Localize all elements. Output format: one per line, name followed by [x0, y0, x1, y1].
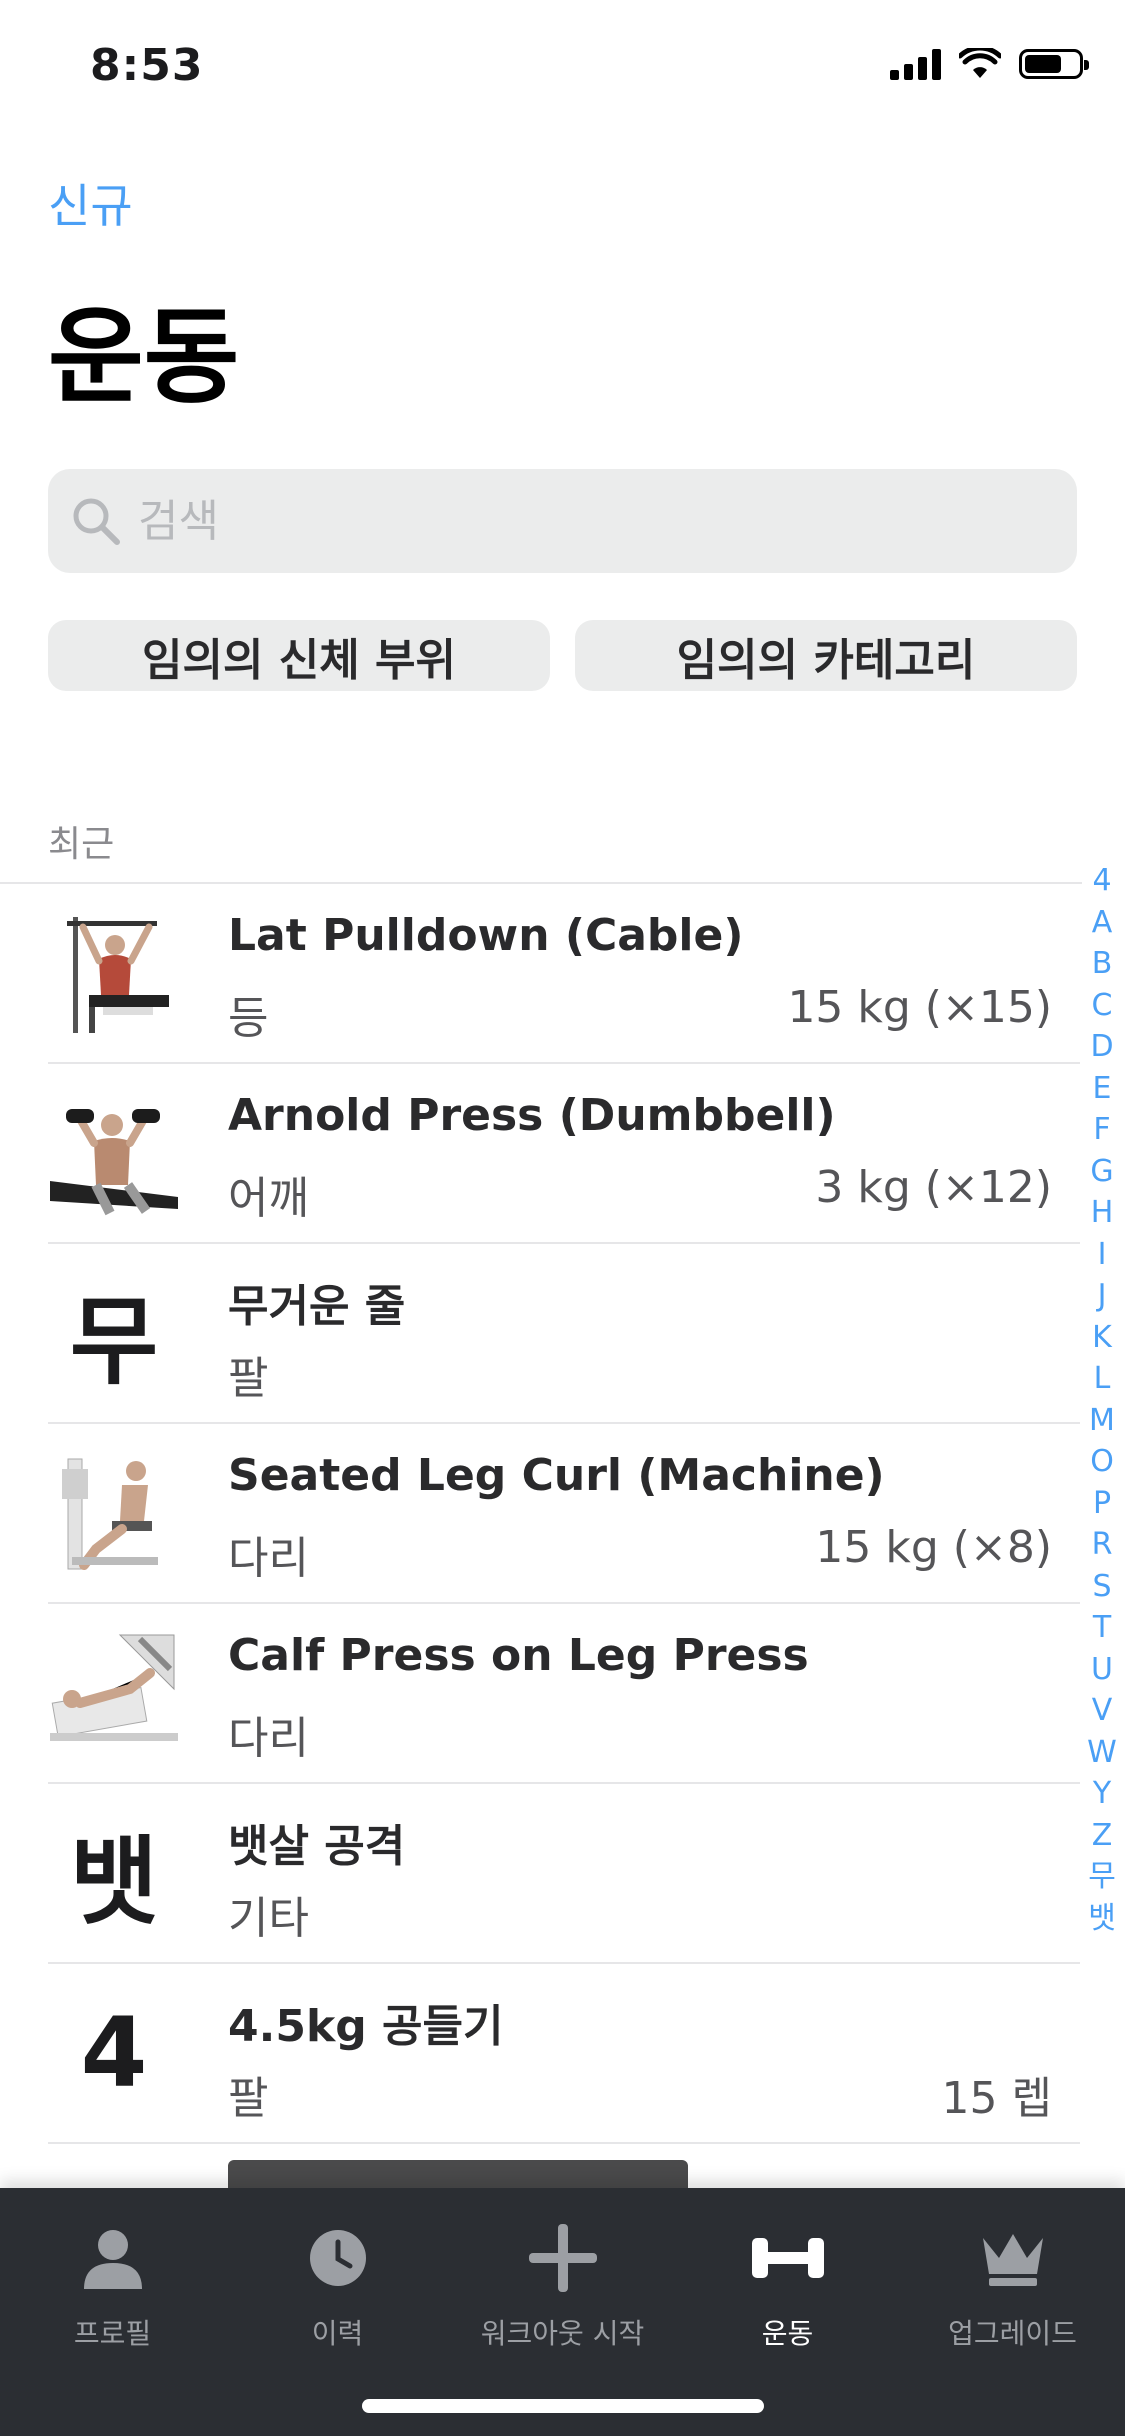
section-header-recent: 최근 [48, 824, 115, 865]
exercise-row[interactable]: Lat Pulldown (Cable) 등 15 kg (×15) [48, 884, 1080, 1064]
index-letter[interactable]: Y [1093, 1773, 1111, 1815]
leg-curl-illustration [48, 1446, 180, 1580]
exercise-last-set: 15 렙 [941, 2073, 1052, 2124]
dumbbell-icon [750, 2212, 826, 2304]
index-letter[interactable]: Z [1092, 1815, 1113, 1857]
exercise-initial: 뱃 [69, 1825, 159, 1938]
index-letter[interactable]: W [1087, 1732, 1117, 1774]
exercise-last-set: 15 kg (×15) [787, 982, 1052, 1033]
exercise-row-partial[interactable] [0, 2144, 1125, 2194]
exercise-name: Lat Pulldown (Cable) [228, 910, 744, 961]
tab-label: 프로필 [73, 2317, 152, 2350]
new-exercise-button[interactable]: 신규 [48, 170, 133, 236]
exercise-category: 기타 [228, 1893, 309, 1944]
index-letter[interactable]: G [1090, 1151, 1113, 1193]
tab-label: 운동 [761, 2317, 814, 2350]
crown-icon [979, 2212, 1047, 2304]
tab-profile[interactable]: 프로필 [0, 2212, 225, 2352]
exercise-row[interactable]: 4 4.5kg 공들기 팔 15 렙 [48, 1964, 1080, 2144]
page-title: 운동 [48, 296, 240, 418]
tab-label: 워크아웃 시작 [480, 2317, 645, 2350]
exercise-category: 다리 [228, 1713, 309, 1764]
tab-label: 업그레이드 [948, 2317, 1077, 2350]
index-letter[interactable]: L [1094, 1358, 1111, 1400]
index-letter[interactable]: A [1092, 902, 1113, 944]
index-letter[interactable]: V [1092, 1690, 1113, 1732]
alphabet-index[interactable]: 4ABCDEFGHIJKLMOPRSTUVWYZ무뱃 [1082, 860, 1122, 1939]
tab-label: 이력 [311, 2317, 364, 2350]
status-time: 8:53 [90, 40, 204, 91]
category-filter-button[interactable]: 임의의 카테고리 [575, 620, 1077, 691]
exercise-name: Seated Leg Curl (Machine) [228, 1450, 885, 1501]
index-letter[interactable]: H [1091, 1192, 1114, 1234]
exercise-category: 팔 [228, 1353, 269, 1404]
status-icons [890, 48, 1089, 80]
index-letter[interactable]: O [1090, 1441, 1114, 1483]
search-input[interactable] [136, 494, 1040, 548]
tab-history[interactable]: 이력 [225, 2212, 450, 2352]
exercise-row[interactable]: 무 무거운 줄 팔 [48, 1244, 1080, 1424]
index-letter[interactable]: 무 [1088, 1856, 1116, 1898]
person-icon [78, 2212, 148, 2304]
index-letter[interactable]: S [1092, 1566, 1111, 1608]
exercise-initial: 무 [69, 1285, 159, 1398]
exercise-category: 다리 [228, 1533, 309, 1584]
exercise-category: 등 [228, 993, 269, 1044]
exercise-name: Calf Press on Leg Press [228, 1630, 809, 1681]
index-letter[interactable]: F [1093, 1109, 1110, 1151]
exercise-name: 4.5kg 공들기 [228, 2001, 504, 2052]
index-letter[interactable]: U [1091, 1649, 1113, 1691]
exercise-last-set: 15 kg (×8) [815, 1522, 1052, 1573]
body-part-filter-button[interactable]: 임의의 신체 부위 [48, 620, 550, 691]
exercise-last-set: 3 kg (×12) [815, 1162, 1052, 1213]
index-letter[interactable]: R [1092, 1524, 1113, 1566]
index-letter[interactable]: C [1092, 985, 1113, 1027]
index-letter[interactable]: B [1092, 943, 1113, 985]
battery-icon [1019, 49, 1089, 79]
exercise-category: 팔 [228, 2073, 269, 2124]
index-letter[interactable]: 4 [1092, 860, 1111, 902]
exercise-row[interactable]: 뱃 뱃살 공격 기타 [48, 1784, 1080, 1964]
tab-start-workout[interactable]: 워크아웃 시작 [450, 2212, 675, 2352]
calf-press-illustration [48, 1626, 180, 1760]
search-icon [73, 498, 120, 545]
exercise-category: 어깨 [228, 1173, 309, 1224]
exercise-row[interactable]: Calf Press on Leg Press 다리 [48, 1604, 1080, 1784]
cellular-signal-icon [890, 48, 941, 80]
exercise-name: 뱃살 공격 [228, 1821, 406, 1872]
clock-icon [308, 2212, 368, 2304]
index-letter[interactable]: 뱃 [1088, 1898, 1116, 1940]
exercise-list: Lat Pulldown (Cable) 등 15 kg (×15) Arnol… [48, 884, 1080, 2144]
search-field[interactable] [48, 469, 1077, 573]
tab-exercises[interactable]: 운동 [675, 2212, 900, 2352]
plus-icon [527, 2212, 599, 2304]
exercise-row[interactable]: Seated Leg Curl (Machine) 다리 15 kg (×8) [48, 1424, 1080, 1604]
lat-pulldown-illustration [48, 906, 180, 1040]
exercise-name: 무거운 줄 [228, 1281, 406, 1332]
index-letter[interactable]: K [1092, 1317, 1112, 1359]
exercise-row[interactable]: Arnold Press (Dumbbell) 어깨 3 kg (×12) [48, 1064, 1080, 1244]
index-letter[interactable]: E [1093, 1068, 1112, 1110]
index-letter[interactable]: I [1098, 1234, 1107, 1276]
exercise-name: Arnold Press (Dumbbell) [228, 1090, 836, 1141]
index-letter[interactable]: M [1089, 1400, 1115, 1442]
exercise-initial: 4 [80, 1997, 148, 2109]
home-indicator [362, 2399, 764, 2413]
wifi-icon [959, 48, 1001, 78]
index-letter[interactable]: J [1098, 1275, 1107, 1317]
index-letter[interactable]: P [1093, 1483, 1111, 1525]
index-letter[interactable]: D [1090, 1026, 1113, 1068]
index-letter[interactable]: T [1093, 1607, 1111, 1649]
tab-upgrade[interactable]: 업그레이드 [900, 2212, 1125, 2352]
arnold-press-illustration [48, 1086, 180, 1220]
